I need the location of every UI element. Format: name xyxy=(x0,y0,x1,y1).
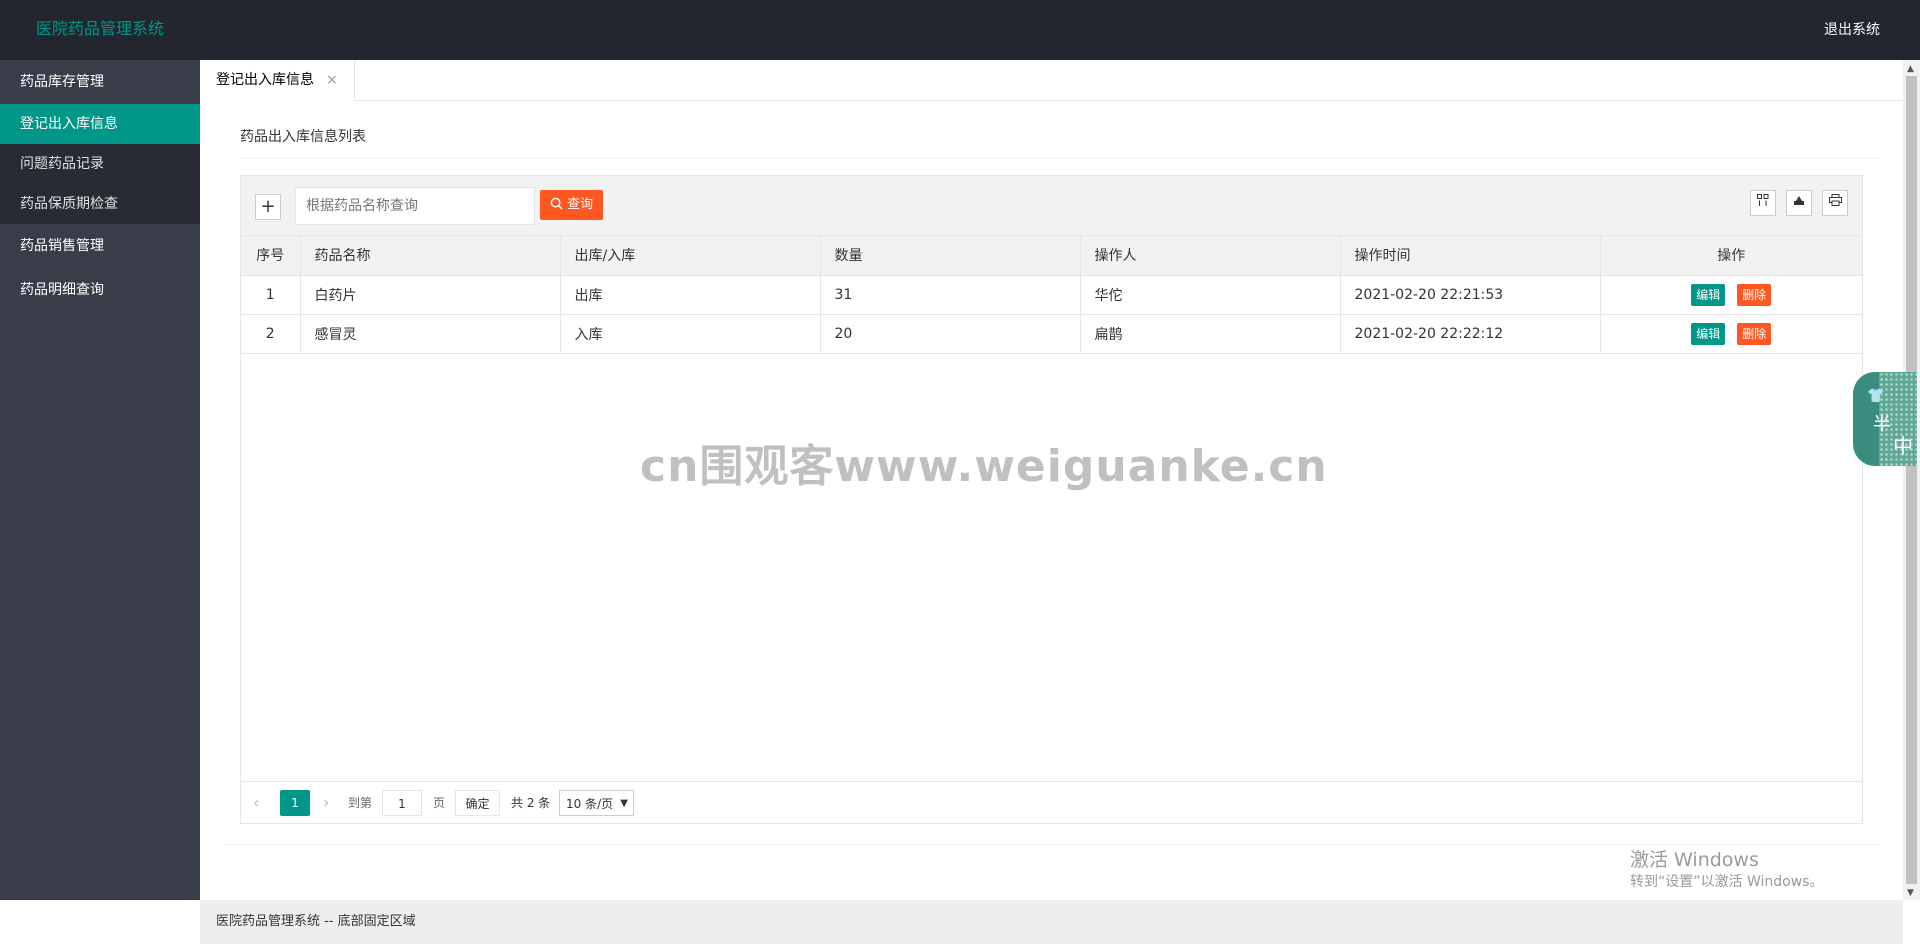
col-header-operator[interactable]: 操作人 xyxy=(1080,236,1341,276)
sidebar-item-problem-drugs[interactable]: 问题药品记录 xyxy=(0,144,200,184)
cell-quantity: 31 xyxy=(820,275,1081,315)
card-title: 药品出入库信息列表 xyxy=(240,129,366,145)
cell-actions: 编辑 删除 xyxy=(1600,275,1862,315)
footer: 医院药品管理系统 -- 底部固定区域 xyxy=(200,900,1903,944)
tab-label: 登记出入库信息 xyxy=(216,72,314,88)
search-button[interactable]: 查询 xyxy=(540,190,603,220)
search-input[interactable] xyxy=(295,187,535,225)
title-divider xyxy=(240,158,1879,159)
widget-char-zhong: 中 xyxy=(1893,434,1913,458)
search-button-label: 查询 xyxy=(567,197,594,212)
cell-quantity: 20 xyxy=(820,314,1081,354)
page-size-value: 10 条/页 xyxy=(566,797,614,811)
bottom-divider xyxy=(224,844,1879,845)
goto-confirm-button[interactable]: 确定 xyxy=(455,790,500,816)
sidebar-item-expiry-check[interactable]: 药品保质期检查 xyxy=(0,184,200,224)
data-table-container: + 查询 序号 xyxy=(240,175,1863,824)
floating-ime-widget[interactable]: 👕 半 中 xyxy=(1853,372,1917,466)
column-filter-icon[interactable] xyxy=(1750,190,1776,216)
cell-drug-name: 感冒灵 xyxy=(300,314,561,354)
cell-time: 2021-02-20 22:22:12 xyxy=(1340,314,1601,354)
delete-button[interactable]: 删除 xyxy=(1737,283,1772,306)
sidebar-group-details[interactable]: 药品明细查询 xyxy=(0,268,200,312)
page-unit-label: 页 xyxy=(433,796,446,810)
cell-operator: 扁鹊 xyxy=(1080,314,1341,354)
tab-stock-register[interactable]: 登记出入库信息 × xyxy=(200,60,355,102)
tab-close-icon[interactable]: × xyxy=(326,72,338,88)
prev-page-icon[interactable]: ‹ xyxy=(253,790,259,816)
cell-direction: 入库 xyxy=(560,314,821,354)
add-button[interactable]: + xyxy=(255,194,281,220)
edit-button[interactable]: 编辑 xyxy=(1691,283,1726,306)
col-header-time[interactable]: 操作时间 xyxy=(1340,236,1601,276)
col-header-actions: 操作 xyxy=(1600,236,1862,276)
delete-button[interactable]: 删除 xyxy=(1737,322,1772,345)
edit-button[interactable]: 编辑 xyxy=(1691,322,1726,345)
col-header-drug-name[interactable]: 药品名称 xyxy=(300,236,561,276)
next-page-icon[interactable]: › xyxy=(323,790,329,816)
scroll-up-icon[interactable]: ▲ xyxy=(1907,64,1914,74)
logout-link[interactable]: 退出系统 xyxy=(1824,20,1880,40)
export-icon[interactable] xyxy=(1786,190,1812,216)
sidebar-group-inventory[interactable]: 药品库存管理 xyxy=(0,60,200,104)
cell-operator: 华佗 xyxy=(1080,275,1341,315)
pagination: ‹ 1 › 到第 1 页 确定 共 2 条 10 条/页 ▼ xyxy=(241,781,1862,823)
scroll-down-icon[interactable]: ▼ xyxy=(1907,888,1914,898)
tab-bar: 登记出入库信息 × xyxy=(200,60,1903,102)
sidebar-submenu-inventory: 登记出入库信息 问题药品记录 药品保质期检查 xyxy=(0,104,200,224)
windows-activation-notice: 激活 Windows 转到“设置”以激活 Windows。 xyxy=(1630,848,1823,892)
col-header-index[interactable]: 序号 xyxy=(241,236,301,276)
table-row[interactable]: 2 感冒灵 入库 20 扁鹊 2021-02-20 22:22:12 编辑 删除 xyxy=(241,314,1862,354)
cell-actions: 编辑 删除 xyxy=(1600,314,1862,354)
app-logo[interactable]: 医院药品管理系统 xyxy=(36,18,164,40)
col-header-quantity[interactable]: 数量 xyxy=(820,236,1081,276)
page-size-select[interactable]: 10 条/页 ▼ xyxy=(559,790,634,816)
cell-direction: 出库 xyxy=(560,275,821,315)
chevron-down-icon: ▼ xyxy=(620,798,628,809)
table-row[interactable]: 1 白药片 出库 31 华佗 2021-02-20 22:21:53 编辑 删除 xyxy=(241,275,1862,315)
shirt-icon: 👕 xyxy=(1867,388,1885,404)
col-header-direction[interactable]: 出库/入库 xyxy=(560,236,821,276)
cell-index: 1 xyxy=(241,275,301,315)
goto-label: 到第 xyxy=(348,796,373,810)
total-count: 共 2 条 xyxy=(511,796,551,810)
goto-page-input[interactable]: 1 xyxy=(382,790,422,816)
stock-table: 序号 药品名称 出库/入库 数量 操作人 操作时间 操作 1 白药片 出库 31… xyxy=(241,236,1862,354)
cell-time: 2021-02-20 22:21:53 xyxy=(1340,275,1601,315)
search-icon xyxy=(550,197,567,212)
widget-char-ban: 半 xyxy=(1873,414,1891,435)
sidebar: 药品库存管理 登记出入库信息 问题药品记录 药品保质期检查 药品销售管理 药品明… xyxy=(0,60,200,900)
table-toolbar: + 查询 xyxy=(241,176,1862,236)
scroll-thumb[interactable] xyxy=(1906,76,1917,884)
cell-index: 2 xyxy=(241,314,301,354)
cell-drug-name: 白药片 xyxy=(300,275,561,315)
print-icon[interactable] xyxy=(1822,190,1848,216)
activation-title: 激活 Windows xyxy=(1630,849,1759,871)
site-watermark: cn围观客www.weiguanke.cn xyxy=(640,441,1328,492)
vertical-scrollbar[interactable]: ▲ ▼ xyxy=(1903,60,1920,900)
page-number-current[interactable]: 1 xyxy=(280,790,310,816)
top-header: 医院药品管理系统 退出系统 xyxy=(0,0,1920,60)
activation-subtitle: 转到“设置”以激活 Windows。 xyxy=(1630,874,1824,890)
footer-text: 医院药品管理系统 -- 底部固定区域 xyxy=(216,914,416,929)
sidebar-group-sales[interactable]: 药品销售管理 xyxy=(0,224,200,268)
table-header-row: 序号 药品名称 出库/入库 数量 操作人 操作时间 操作 xyxy=(241,236,1862,276)
sidebar-item-stock-register[interactable]: 登记出入库信息 xyxy=(0,104,200,144)
